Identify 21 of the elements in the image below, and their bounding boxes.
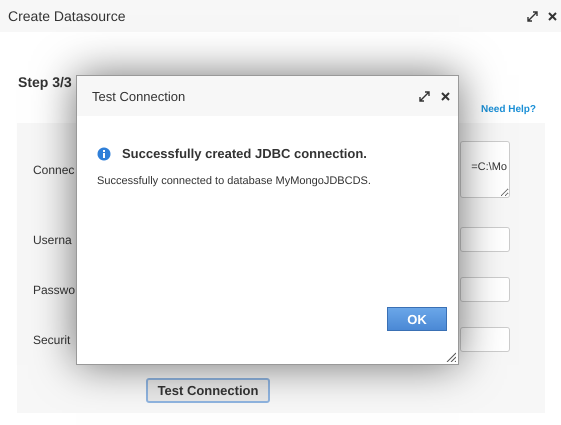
test-connection-button[interactable]: Test Connection [146,378,270,403]
info-icon [97,146,111,160]
input-field[interactable] [460,277,510,302]
expand-icon[interactable] [419,90,430,102]
step-heading: Step 3/3 [17,73,73,92]
help-link[interactable]: Need Help? [480,104,536,120]
close-icon[interactable] [548,12,557,20]
resize-grip-icon[interactable] [446,352,456,362]
dialog-title: Test Connection [92,88,186,104]
field-label: Securit [33,332,70,346]
expand-icon[interactable] [527,10,538,22]
window-title: Create Datasource [8,8,127,24]
success-heading: Successfully created JDBC connection. [122,146,367,161]
field-label: Userna [33,232,72,246]
field-label: Connec [33,162,74,176]
success-message: Successfully connected to database MyMongoJDBCDS. [97,175,372,187]
connection-url-field[interactable]: =C:\Mo [460,141,510,198]
field-label: Passwo [33,282,76,296]
input-field[interactable] [460,327,510,352]
close-icon[interactable] [441,92,450,100]
input-field[interactable] [460,227,510,252]
